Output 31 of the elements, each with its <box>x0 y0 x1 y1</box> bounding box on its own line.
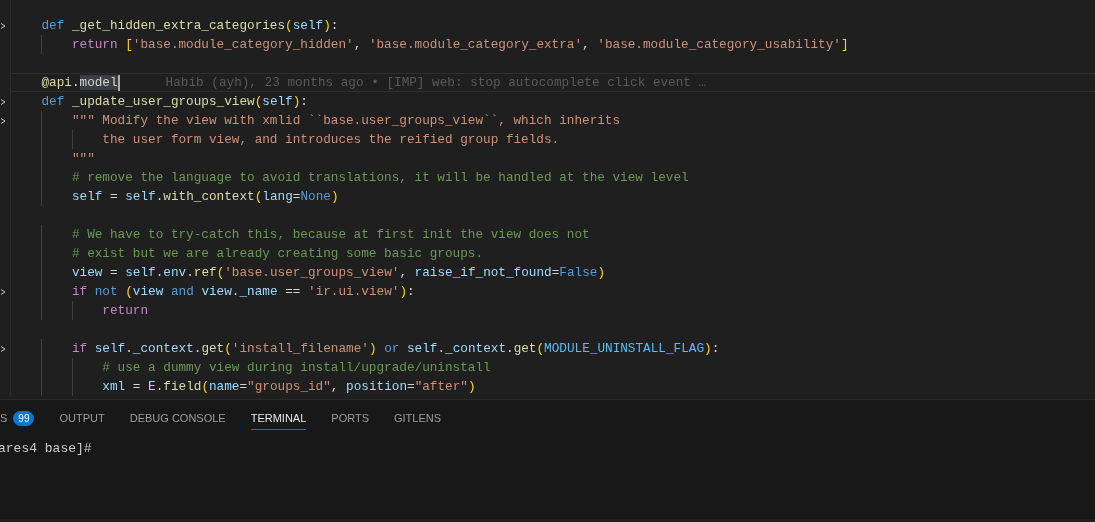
code-line: return ['base.module_category_hidden', 'base.module_category_extra', 'base.module_category_usability'] <box>71 36 849 53</box>
code-line: def _update_user_groups_view(self): <box>41 93 308 110</box>
chevron-icon[interactable] <box>0 345 6 352</box>
panel-tab[interactable]: TERMINAL <box>250 408 307 430</box>
code-line: xml = E.field(name="groups_id", position="after") <box>102 378 476 395</box>
code-line: # exist but we are already creating some basic groups. <box>71 245 484 262</box>
code-line: self = self.with_context(lang=None) <box>71 188 339 205</box>
chevron-icon[interactable] <box>0 117 6 124</box>
code-line: # remove the language to avoid translations, it will be handled at the view level <box>71 169 689 186</box>
panel-tab[interactable]: S 99 <box>0 406 35 432</box>
code-line: """ <box>71 150 95 167</box>
chevron-icon[interactable] <box>0 288 6 295</box>
panel-tab[interactable]: GITLENS <box>394 408 442 430</box>
code-line: # use a dummy view during install/upgrade/uninstall <box>102 359 491 376</box>
code-line: if not (view and view._name == 'ir.ui.view'): <box>71 283 415 300</box>
text-cursor <box>117 74 120 91</box>
code-line: the user form view, and introduces the reified group fields. <box>102 131 560 148</box>
panel-tab[interactable]: OUTPUT <box>59 408 105 430</box>
panel-tab[interactable]: DEBUG CONSOLE <box>129 408 226 430</box>
code-line: view = self.env.ref('base.user_groups_view', raise_if_not_found=False) <box>71 264 605 281</box>
count-badge: 99 <box>13 410 35 426</box>
chevron-icon[interactable] <box>0 22 6 29</box>
panel-tab[interactable]: PORTS <box>331 408 369 430</box>
code-line: def _get_hidden_extra_categories(self): <box>41 17 339 34</box>
code-line: @api.model <box>41 74 118 91</box>
code-line: return <box>102 302 149 319</box>
code-line: # We have to try-catch this, because at first init the view does not <box>71 226 590 243</box>
code-line: if self._context.get('install_filename') or self._context.get(MODULE_UNINSTALL_FLAG): <box>71 340 720 357</box>
code-line: """ Modify the view with xmlid ``base.user_groups_view``, which inherits <box>71 112 621 129</box>
blame-annotation: Habib (ayh), 23 months ago • [IMP] web: stop autocomplete click event … <box>165 74 707 91</box>
chevron-icon[interactable] <box>0 98 6 105</box>
